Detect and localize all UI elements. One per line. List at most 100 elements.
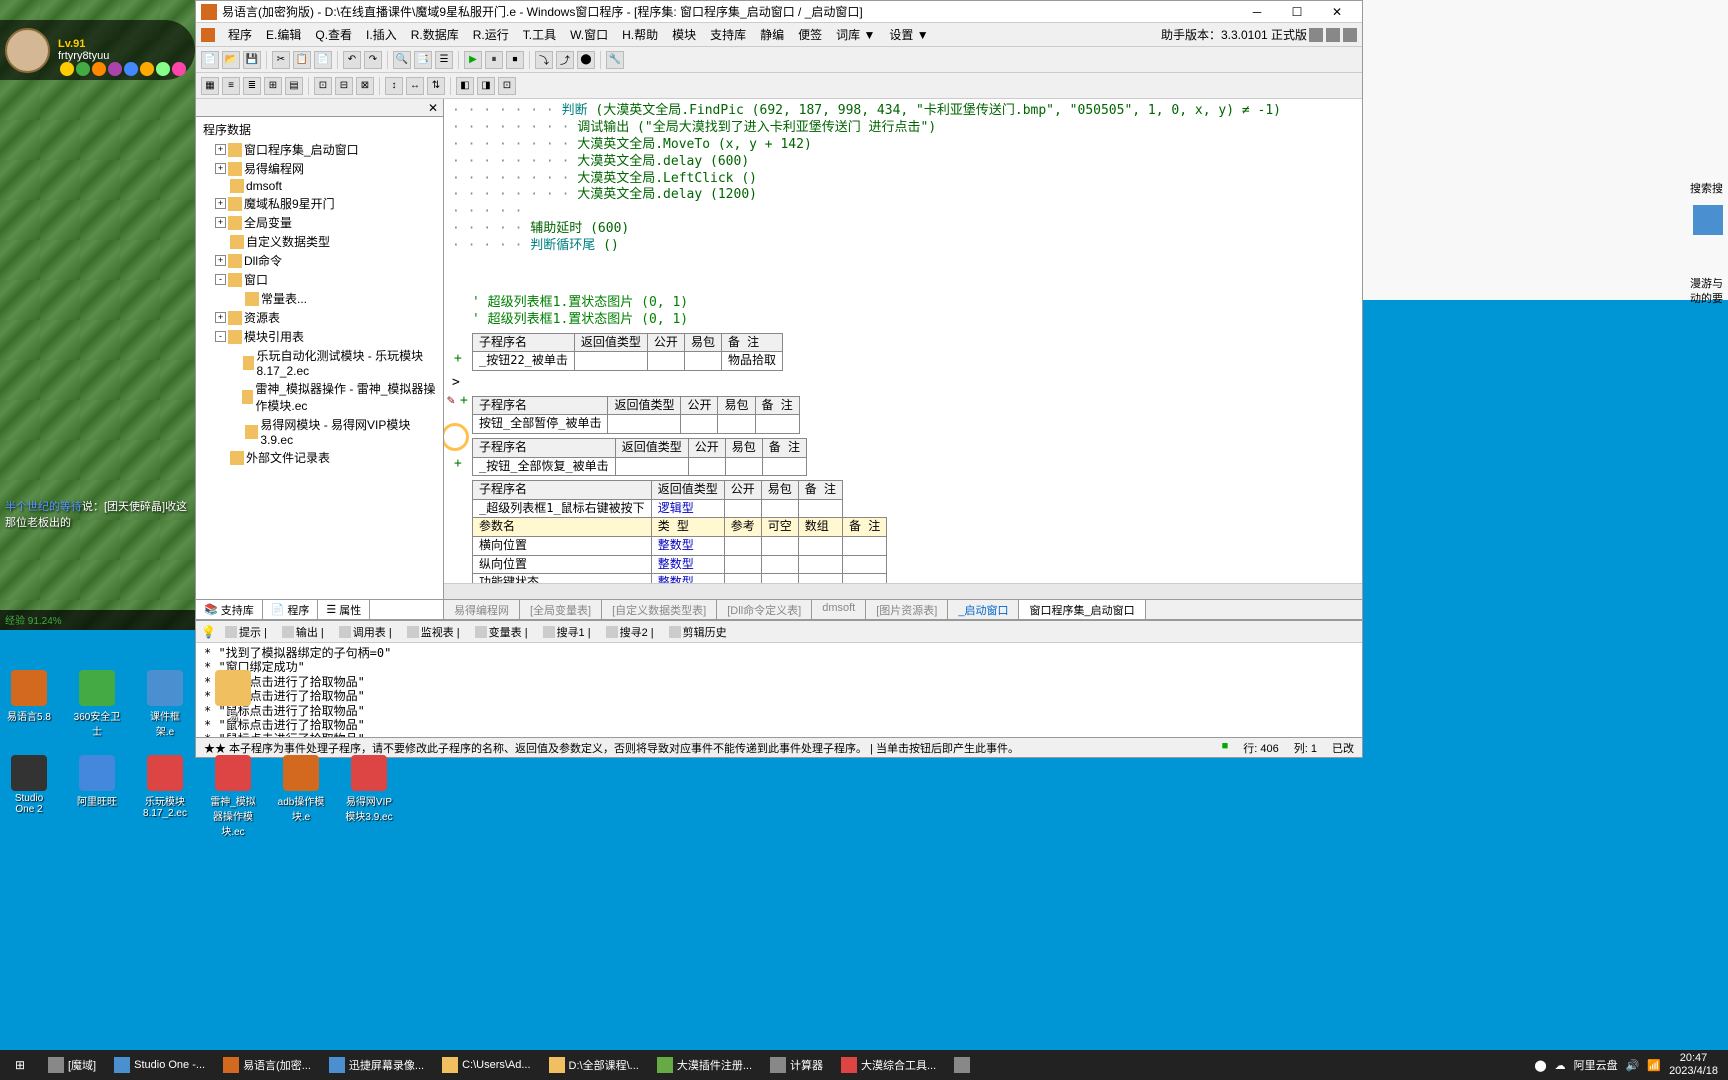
editor-tab[interactable]: dmsoft xyxy=(812,600,866,619)
menu-run[interactable]: R.运行 xyxy=(467,24,515,45)
code-editor[interactable]: · · · · · · · 判断 (大漠英文全局.FindPic (692, 1… xyxy=(444,99,1362,583)
output-tab[interactable]: 剪辑历史 xyxy=(663,623,733,641)
close-button[interactable]: ✕ xyxy=(1317,2,1357,22)
output-tab[interactable]: 搜寻1 | xyxy=(537,623,597,641)
tb2-btn[interactable]: ⊡ xyxy=(314,77,332,95)
tb2-btn[interactable]: ⊠ xyxy=(356,77,374,95)
project-tree[interactable]: 程序数据 +窗口程序集_启动窗口+易得编程网dmsoft+魔域私服9星开门+全局… xyxy=(196,117,443,599)
menu-insert[interactable]: I.插入 xyxy=(360,24,403,45)
bookmark-button[interactable]: 📑 xyxy=(414,51,432,69)
tab-support-lib[interactable]: 📚 支持库 xyxy=(196,600,263,619)
thumbnail-icon[interactable] xyxy=(1693,205,1723,235)
output-tab[interactable]: 监视表 | xyxy=(401,623,466,641)
taskbar-item[interactable]: 大漠综合工具... xyxy=(833,1051,944,1079)
editor-tab[interactable]: [全局变量表] xyxy=(520,600,602,619)
desktop-icon[interactable]: 课件框架.e xyxy=(141,670,189,738)
tray-icon[interactable]: ⬤ xyxy=(1534,1059,1546,1072)
output-tab[interactable]: 输出 | xyxy=(276,623,330,641)
maximize-button[interactable]: ☐ xyxy=(1277,2,1317,22)
buff-icon[interactable] xyxy=(76,62,90,76)
desktop-icon[interactable]: 易语言5.8 xyxy=(5,670,53,738)
menu-note[interactable]: 便签 xyxy=(792,24,828,45)
tree-node[interactable]: -模块引用表 xyxy=(200,327,439,346)
output-tab[interactable]: 调用表 | xyxy=(333,623,398,641)
run-button[interactable]: ▶ xyxy=(464,51,482,69)
panel-close-icon[interactable]: ✕ xyxy=(426,101,440,115)
buff-icon[interactable] xyxy=(60,62,74,76)
menu-view[interactable]: Q.查看 xyxy=(309,24,358,45)
tb2-btn[interactable]: ▤ xyxy=(285,77,303,95)
tb2-btn[interactable]: ⊡ xyxy=(498,77,516,95)
copy-button[interactable]: 📋 xyxy=(293,51,311,69)
menu-help[interactable]: H.帮助 xyxy=(616,24,664,45)
editor-tab[interactable]: [图片资源表] xyxy=(866,600,948,619)
taskbar-item[interactable]: 迅捷屏幕录像... xyxy=(321,1051,432,1079)
tree-node[interactable]: +Dll命令 xyxy=(200,251,439,270)
tb2-btn[interactable]: ⇅ xyxy=(427,77,445,95)
tool-button[interactable]: 🔧 xyxy=(606,51,624,69)
mdi-minimize-icon[interactable] xyxy=(1309,28,1323,42)
desktop-icon[interactable]: 雷神_模拟器操作模块.ec xyxy=(209,755,257,838)
mdi-restore-icon[interactable] xyxy=(1326,28,1340,42)
tb2-btn[interactable]: ◧ xyxy=(456,77,474,95)
undo-button[interactable]: ↶ xyxy=(343,51,361,69)
menu-tools[interactable]: T.工具 xyxy=(517,24,562,45)
save-button[interactable]: 💾 xyxy=(243,51,261,69)
cut-button[interactable]: ✂ xyxy=(272,51,290,69)
tree-node[interactable]: +资源表 xyxy=(200,308,439,327)
taskbar-item[interactable]: C:\Users\Ad... xyxy=(434,1051,538,1079)
paste-button[interactable]: 📄 xyxy=(314,51,332,69)
tree-node[interactable]: 乐玩自动化测试模块 - 乐玩模块8.17_2.ec xyxy=(200,346,439,379)
editor-tab[interactable]: [Dll命令定义表] xyxy=(717,600,812,619)
editor-tab[interactable]: 窗口程序集_启动窗口 xyxy=(1019,600,1145,619)
system-tray[interactable]: ⬤ ☁ 阿里云盘 🔊 📶 20:47 2023/4/18 xyxy=(1524,1052,1728,1078)
start-button[interactable]: ⊞ xyxy=(0,1050,40,1080)
tree-node[interactable]: 常量表... xyxy=(200,289,439,308)
desktop-icon[interactable]: Studio One 2 xyxy=(5,755,53,838)
tb2-btn[interactable]: ≣ xyxy=(243,77,261,95)
output-tab[interactable]: 提示 | xyxy=(219,623,273,641)
taskbar-item[interactable]: D:\全部课程\... xyxy=(541,1051,647,1079)
menu-static[interactable]: 静编 xyxy=(754,24,790,45)
menu-dict[interactable]: 词库 ▼ xyxy=(830,24,881,45)
taskbar-item[interactable] xyxy=(946,1051,982,1079)
menu-settings[interactable]: 设置 ▼ xyxy=(883,24,934,45)
redo-button[interactable]: ↷ xyxy=(364,51,382,69)
desktop-icon[interactable]: 易得网VIP模块3.9.ec xyxy=(345,755,393,838)
tree-node[interactable]: +全局变量 xyxy=(200,213,439,232)
tree-node[interactable]: +魔域私服9星开门 xyxy=(200,194,439,213)
minimize-button[interactable]: ─ xyxy=(1237,2,1277,22)
buff-icon[interactable] xyxy=(92,62,106,76)
tree-node[interactable]: 自定义数据类型 xyxy=(200,232,439,251)
desktop-icon[interactable]: 易 xyxy=(209,670,257,738)
step-button[interactable]: ⤵ xyxy=(535,51,553,69)
taskbar-item[interactable]: 大漠插件注册... xyxy=(649,1051,760,1079)
tab-properties[interactable]: ☰ 属性 xyxy=(318,600,370,619)
mdi-close-icon[interactable] xyxy=(1343,28,1357,42)
tray-icon[interactable]: 🔊 xyxy=(1626,1059,1640,1072)
tray-icon[interactable]: 📶 xyxy=(1647,1059,1661,1072)
tb2-btn[interactable]: ▦ xyxy=(201,77,219,95)
new-button[interactable]: 📄 xyxy=(201,51,219,69)
menu-lib[interactable]: 支持库 xyxy=(704,24,752,45)
horizontal-scrollbar[interactable] xyxy=(444,583,1362,599)
desktop-icon[interactable]: 阿里旺旺 xyxy=(73,755,121,838)
buff-icon[interactable] xyxy=(124,62,138,76)
editor-tab[interactable]: [自定义数据类型表] xyxy=(602,600,717,619)
stop-button[interactable]: ⏹ xyxy=(506,51,524,69)
tree-node[interactable]: dmsoft xyxy=(200,178,439,194)
editor-tab[interactable]: _启动窗口 xyxy=(948,600,1019,619)
tb2-btn[interactable]: ⊟ xyxy=(335,77,353,95)
breakpoint-button[interactable]: ⬤ xyxy=(577,51,595,69)
desktop-icon[interactable]: 乐玩模块8.17_2.ec xyxy=(141,755,189,838)
menu-window[interactable]: W.窗口 xyxy=(564,24,614,45)
open-button[interactable]: 📂 xyxy=(222,51,240,69)
tb2-btn[interactable]: ⊞ xyxy=(264,77,282,95)
toggle-button[interactable]: ☰ xyxy=(435,51,453,69)
menu-module[interactable]: 模块 xyxy=(666,24,702,45)
tree-node[interactable]: 易得网模块 - 易得网VIP模块3.9.ec xyxy=(200,415,439,448)
tree-node[interactable]: +易得编程网 xyxy=(200,159,439,178)
taskbar-item[interactable]: 计算器 xyxy=(762,1051,831,1079)
tree-node[interactable]: +窗口程序集_启动窗口 xyxy=(200,140,439,159)
taskbar-item[interactable]: Studio One -... xyxy=(106,1051,213,1079)
